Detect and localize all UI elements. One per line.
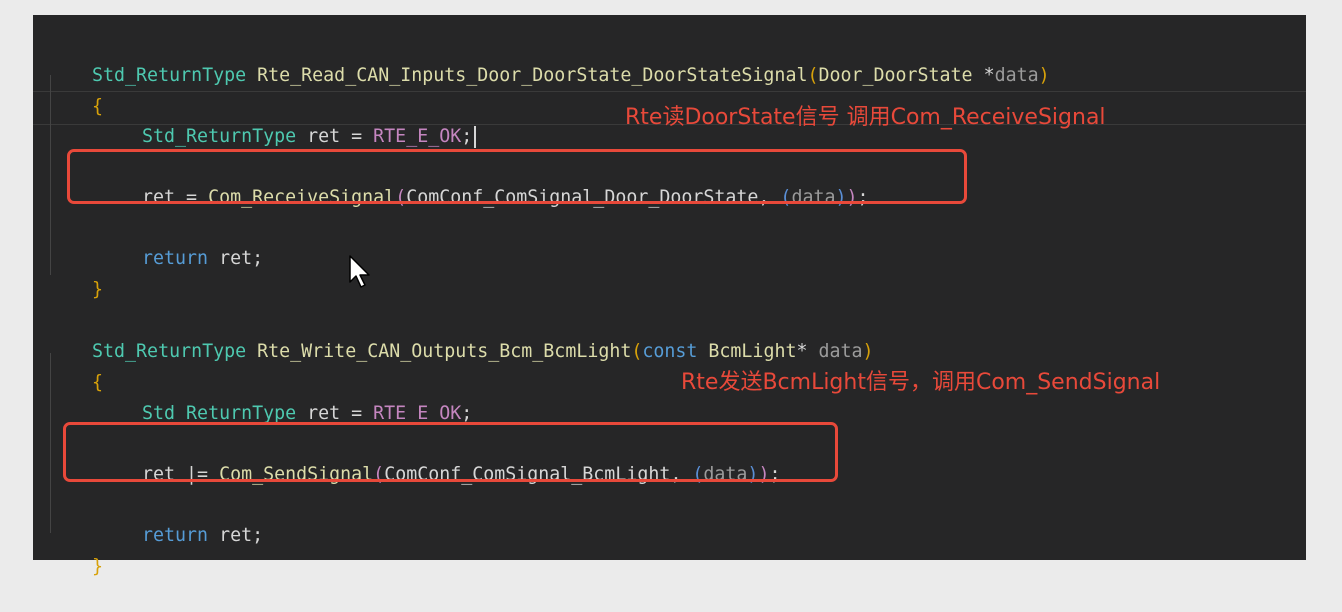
return-type: Std_ReturnType xyxy=(92,65,247,86)
code-line-fn1-declaration: Std_ReturnType ret = RTE_E_OK; xyxy=(48,92,477,148)
return-type: Std_ReturnType xyxy=(92,341,247,362)
code-editor[interactable]: Std_ReturnType Rte_Read_CAN_Inputs_Door_… xyxy=(33,15,1306,577)
code-line-fn2-close-brace: } xyxy=(92,556,104,577)
code-line-fn1-return: return ret; xyxy=(142,248,264,269)
param-type: Door_DoorState xyxy=(818,65,973,86)
code-line-fn2-signature: Std_ReturnType Rte_Write_CAN_Outputs_Bcm… xyxy=(92,341,874,362)
code-line-fn1-open-brace: { xyxy=(92,96,104,117)
annotation-read-doorstate: Rte读DoorState信号 调用Com_ReceiveSignal xyxy=(625,105,1106,130)
code-line-fn2-open-brace: { xyxy=(92,372,104,393)
highlight-box-send-signal xyxy=(63,422,838,482)
code-line-fn1-close-brace: } xyxy=(92,279,104,300)
param-name: data xyxy=(818,341,863,362)
annotation-send-bcmlight: Rte发送BcmLight信号，调用Com_SendSignal xyxy=(681,370,1161,395)
code-line-fn1-signature: Std_ReturnType Rte_Read_CAN_Inputs_Door_… xyxy=(92,65,1050,86)
mouse-pointer-icon xyxy=(349,255,370,288)
highlight-box-receive-signal xyxy=(67,149,967,204)
param-type: BcmLight xyxy=(697,341,797,362)
function-name: Rte_Write_CAN_Outputs_Bcm_BcmLight xyxy=(257,341,632,362)
param-name: data xyxy=(994,65,1039,86)
text-caret xyxy=(474,126,477,148)
code-line-fn2-declaration: Std_ReturnType ret = RTE_E_OK; xyxy=(142,403,473,424)
code-line-fn2-return: return ret; xyxy=(142,525,264,546)
function-name: Rte_Read_CAN_Inputs_Door_DoorState_DoorS… xyxy=(257,65,808,86)
